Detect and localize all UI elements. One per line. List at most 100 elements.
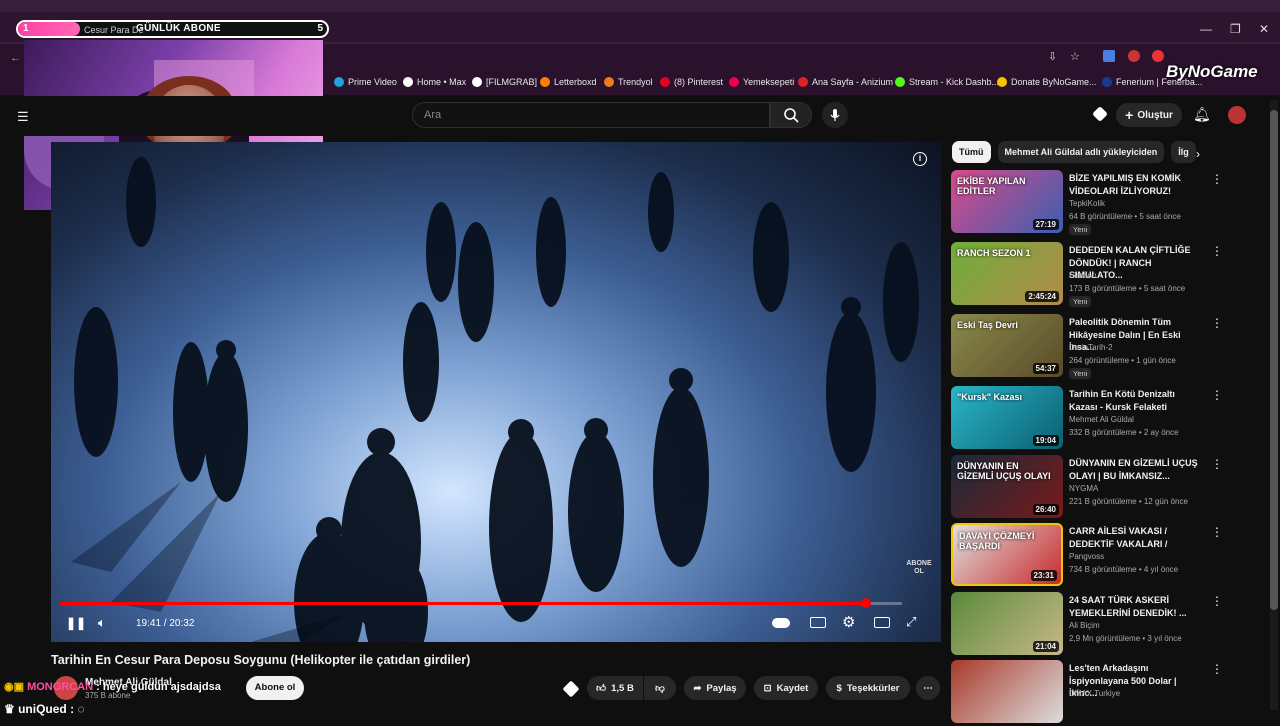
thumbnail-caption: RANCH SEZON 1 [957, 248, 1031, 258]
more-options-icon[interactable]: ⋮ [1211, 244, 1223, 258]
voice-search-button[interactable] [822, 102, 848, 128]
video-scrubber-handle[interactable] [860, 598, 871, 608]
extension-red-icon[interactable] [1128, 50, 1140, 62]
notifications-bell-icon[interactable]: 🔔︎ [1193, 106, 1211, 123]
bookmark-item[interactable]: Stream - Kick Dashb... [895, 77, 999, 87]
video-progress-bar[interactable] [60, 598, 902, 608]
bookmark-label: Stream - Kick Dashb... [909, 77, 1000, 87]
filter-chip[interactable]: İlg [1171, 141, 1196, 163]
install-icon[interactable]: ⇩ [1048, 50, 1057, 63]
recommended-video[interactable]: DÜNYANIN EN GİZEMLİ UÇUŞ OLAYI 26:40 DÜNYA… [951, 455, 1256, 521]
recommended-video[interactable]: Les'ten Arkadaşını İspiyonlayana 500 Dol… [951, 660, 1256, 726]
goal-target-count: 5 [317, 23, 323, 34]
video-thumbnail[interactable]: RANCH SEZON 1 2:45:24 [951, 242, 1063, 305]
search-button[interactable] [770, 102, 812, 128]
video-thumbnail[interactable]: DÜNYANIN EN GİZEMLİ UÇUŞ OLAYI 26:40 [951, 455, 1063, 518]
recommended-video[interactable]: EKİBE YAPILAN EDİTLER 27:19 BİZE YAPILMIŞ … [951, 170, 1256, 236]
thanks-button[interactable]: $ Teşekkürler [826, 676, 910, 700]
share-button[interactable]: ➦ Paylaş [684, 676, 746, 700]
bookmark-item[interactable]: (8) Pinterest [660, 77, 723, 87]
create-button[interactable]: + Oluştur [1116, 103, 1182, 127]
abone-ol-watermark[interactable]: ABONE OL [905, 560, 933, 576]
search-input[interactable] [412, 102, 770, 128]
more-options-icon[interactable]: ⋮ [1211, 525, 1223, 539]
recommended-video-title[interactable]: BİZE YAPILMIŞ EN KOMİK VİDEOLARI İZLİYOR… [1069, 172, 1205, 197]
close-icon[interactable]: ✕ [1259, 22, 1269, 36]
recommended-channel-name: Ali Biçim [1069, 621, 1100, 630]
more-options-icon[interactable]: ⋮ [1211, 172, 1223, 186]
volume-icon[interactable]: 🔈︎ [98, 615, 106, 631]
share-label: Paylaş [706, 682, 737, 694]
video-thumbnail[interactable]: Eski Taş Devri 54:37 [951, 314, 1063, 377]
thanks-icon: $ [836, 682, 842, 694]
video-thumbnail[interactable]: DAVAYI ÇÖZMEYİ BAŞARDI 23:31 [951, 523, 1063, 586]
duration-badge: 19:04 [1032, 435, 1059, 446]
fullscreen-icon[interactable]: ⤢ [906, 614, 916, 630]
bookmark-item[interactable]: Prime Video [334, 77, 397, 87]
bookmark-item[interactable]: Fenerium | Fenerba... [1102, 77, 1202, 87]
info-icon[interactable]: i [913, 152, 927, 166]
star-icon[interactable]: ☆ [1070, 50, 1080, 63]
bookmark-item[interactable]: Ana Sayfa - Anizium [798, 77, 893, 87]
user-avatar[interactable] [1228, 106, 1246, 124]
back-icon[interactable]: ← [10, 52, 21, 64]
bynogame-action-icon[interactable] [562, 680, 580, 698]
filter-chip[interactable]: Tümü [952, 141, 991, 163]
browser-tab-title[interactable]: Cesur Para De [84, 25, 144, 35]
miniplayer-icon[interactable] [874, 617, 890, 628]
search-placeholder: Ara [424, 109, 442, 121]
extension-translate-icon[interactable] [1103, 50, 1115, 62]
video-thumbnail[interactable]: EKİBE YAPILAN EDİTLER 27:19 [951, 170, 1063, 233]
recommended-video[interactable]: DAVAYI ÇÖZMEYİ BAŞARDI 23:31 CARR AİLESİ V… [951, 523, 1256, 589]
subscribe-button[interactable]: Abone ol [246, 676, 304, 700]
recommended-video[interactable]: "Kursk" Kazası 19:04 Tarihin En Kötü Deniz… [951, 386, 1256, 452]
bookmark-item[interactable]: Yemeksepeti [729, 77, 794, 87]
more-options-icon[interactable]: ⋮ [1211, 457, 1223, 471]
bookmark-icon: ⊡ [763, 682, 772, 694]
plus-icon: + [1125, 107, 1134, 123]
video-thumbnail[interactable]: "Kursk" Kazası 19:04 [951, 386, 1063, 449]
minimize-icon[interactable]: — [1200, 22, 1212, 36]
chat-badge-icon-2: ♛ [4, 702, 19, 716]
video-thumbnail[interactable]: 21:04 [951, 592, 1063, 655]
bookmark-item[interactable]: Letterboxd [540, 77, 597, 87]
bookmark-label: Trendyol [618, 77, 653, 87]
recommended-video-title[interactable]: 24 SAAT TÜRK ASKERİ YEMEKLERİNİ DENEDİK!… [1069, 594, 1205, 619]
video-player[interactable]: i [51, 142, 941, 642]
recommended-video-title[interactable]: CARR AİLESİ VAKASI / DEDEKTİF VAKALARI / [1069, 525, 1205, 550]
save-label: Kaydet [776, 682, 809, 694]
more-options-icon[interactable]: ⋮ [1211, 316, 1223, 330]
video-thumbnail[interactable] [951, 660, 1063, 723]
recommended-video-title[interactable]: Tarihin En Kötü Denizaltı Kazası - Kursk… [1069, 388, 1205, 413]
duration-badge: 21:04 [1032, 641, 1059, 652]
new-badge: Yeni [1069, 224, 1092, 235]
maximize-icon[interactable]: ❐ [1230, 22, 1241, 36]
bookmark-label: Yemeksepeti [743, 77, 795, 87]
dislike-button[interactable]: 👎︎ [644, 676, 676, 700]
bookmark-item[interactable]: Trendyol [604, 77, 653, 87]
more-actions-button[interactable]: ⋯ [916, 676, 940, 700]
more-options-icon[interactable]: ⋮ [1211, 594, 1223, 608]
bookmark-favicon-icon [334, 77, 344, 87]
more-options-icon[interactable]: ⋮ [1211, 662, 1223, 676]
menu-icon[interactable]: ☰ [17, 109, 29, 125]
bookmark-item[interactable]: Donate ByNoGame... [997, 77, 1097, 87]
recommended-video[interactable]: 21:04 24 SAAT TÜRK ASKERİ YEMEKLERİNİ DEN… [951, 592, 1256, 658]
like-button[interactable]: 👍︎ 1,5 B [587, 676, 643, 700]
page-scrollbar-thumb[interactable] [1270, 110, 1278, 610]
adblock-icon[interactable] [1152, 50, 1164, 62]
subtitles-icon[interactable] [810, 617, 826, 628]
autoplay-toggle[interactable] [772, 618, 790, 628]
recommended-video[interactable]: Eski Taş Devri 54:37 Paleolitik Dönemin Tü… [951, 314, 1256, 380]
bookmark-item[interactable]: [FILMGRAB] [472, 77, 537, 87]
settings-gear-icon[interactable]: ⚙︎ [842, 613, 855, 631]
more-options-icon[interactable]: ⋮ [1211, 388, 1223, 402]
recommended-video[interactable]: RANCH SEZON 1 2:45:24 DEDEDEN KALAN ÇİFTLİ… [951, 242, 1256, 308]
bookmark-label: Fenerium | Fenerba... [1116, 77, 1203, 87]
save-button[interactable]: ⊡ Kaydet [754, 676, 818, 700]
recommended-video-title[interactable]: DÜNYANIN EN GİZEMLİ UÇUŞ OLAYI | BU İMKA… [1069, 457, 1205, 482]
chevron-right-icon[interactable]: › [1196, 147, 1200, 161]
pause-icon[interactable]: ❚❚ [66, 616, 86, 630]
bookmark-item[interactable]: Home • Max [403, 77, 466, 87]
filter-chip[interactable]: Mehmet Ali Güldal adlı yükleyiciden [997, 141, 1165, 163]
